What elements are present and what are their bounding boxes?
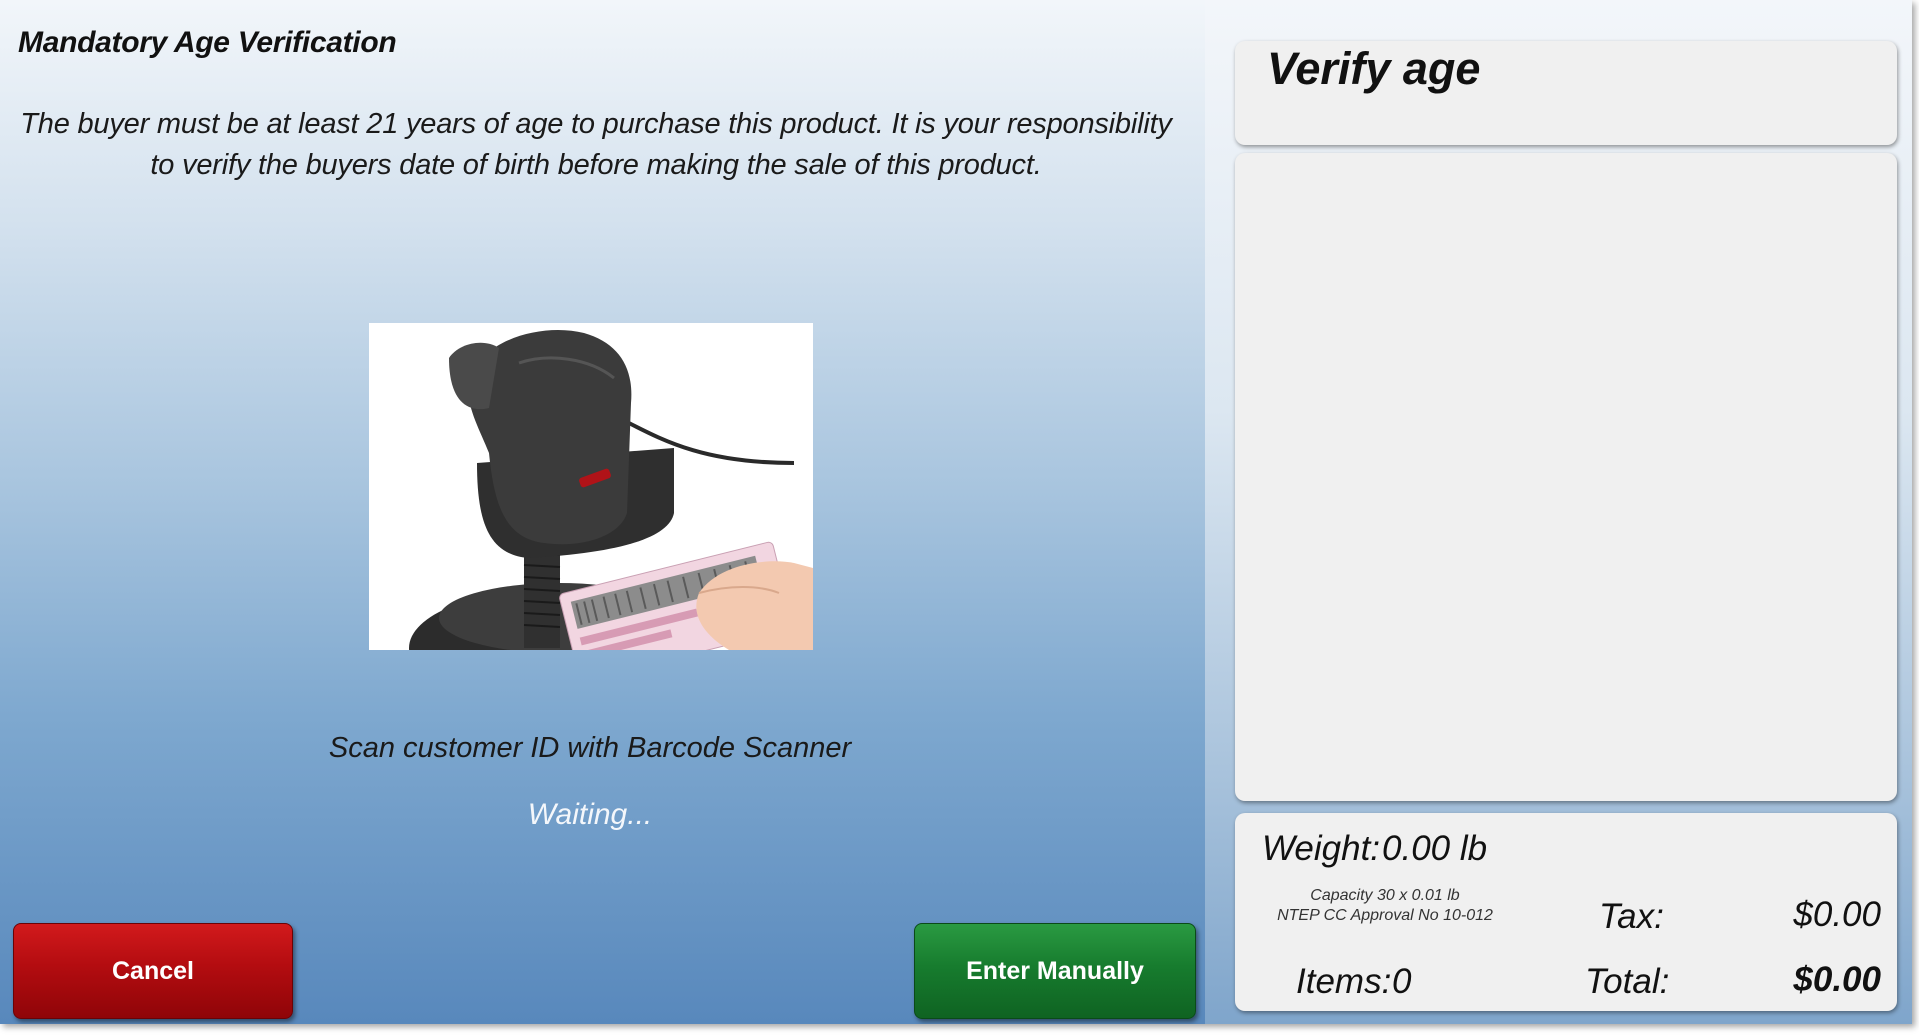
tax-label: Tax: (1599, 897, 1664, 936)
barcode-scanner-image (369, 323, 813, 650)
total-label: Total: (1585, 962, 1670, 1001)
items-label: Items: (1296, 962, 1392, 1001)
scale-approval: NTEP CC Approval No 10-012 (1277, 907, 1493, 924)
age-verification-screen: Mandatory Age Verification The buyer mus… (0, 0, 1912, 1024)
cancel-button[interactable]: Cancel (13, 923, 293, 1019)
scale-capacity: Capacity 30 x 0.01 lb (1310, 887, 1460, 904)
transaction-list-panel (1235, 153, 1897, 801)
cancel-button-label: Cancel (112, 956, 194, 985)
age-notice-text: The buyer must be at least 21 years of a… (20, 108, 1172, 181)
waiting-status: Waiting... (527, 798, 653, 831)
enter-manually-button[interactable]: Enter Manually (914, 923, 1196, 1019)
page-title: Mandatory Age Verification (18, 26, 397, 59)
scanner-illustration (409, 330, 813, 650)
panel-header-title: Verify age (1267, 43, 1481, 94)
weight-label: Weight: (1262, 829, 1381, 868)
total-value: $0.00 (1793, 960, 1881, 999)
scale-certification: Capacity 30 x 0.01 lb NTEP CC Approval N… (1265, 886, 1505, 926)
enter-manually-button-label: Enter Manually (966, 956, 1144, 985)
totals-panel: Weight: 0.00 lb Capacity 30 x 0.01 lb NT… (1235, 813, 1897, 1011)
scan-instruction: Scan customer ID with Barcode Scanner (328, 732, 852, 764)
weight-value: 0.00 lb (1382, 829, 1488, 868)
verify-age-header-panel: Verify age (1235, 41, 1897, 145)
tax-value: $0.00 (1793, 895, 1881, 934)
items-value: 0 (1392, 962, 1412, 1001)
